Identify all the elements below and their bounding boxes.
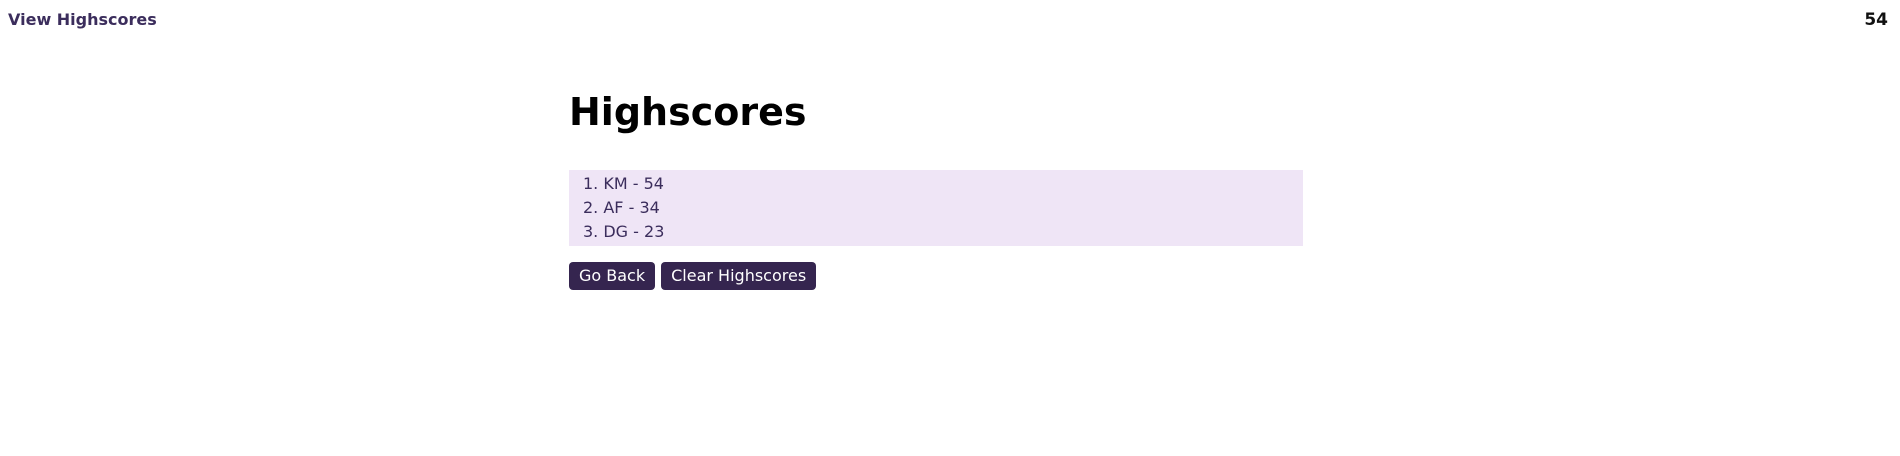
list-item: DG - 23 [583,220,1303,244]
timer-display: 54 [1864,10,1888,30]
highscores-panel: Highscores KM - 54 AF - 34 DG - 23 Go Ba… [569,88,1329,290]
list-item: KM - 54 [583,172,1303,196]
action-buttons: Go Back Clear Highscores [569,262,1329,290]
list-item: AF - 34 [583,196,1303,220]
score-entry-text: DG - 23 [603,222,665,241]
clear-highscores-button[interactable]: Clear Highscores [661,262,817,290]
score-entry-text: KM - 54 [603,174,664,193]
view-highscores-link[interactable]: View Highscores [8,10,157,29]
go-back-button[interactable]: Go Back [569,262,656,290]
top-bar: View Highscores 54 [0,0,1900,40]
page-title: Highscores [569,90,807,134]
score-entry-text: AF - 34 [603,198,660,217]
highscore-list: KM - 54 AF - 34 DG - 23 [569,170,1303,246]
